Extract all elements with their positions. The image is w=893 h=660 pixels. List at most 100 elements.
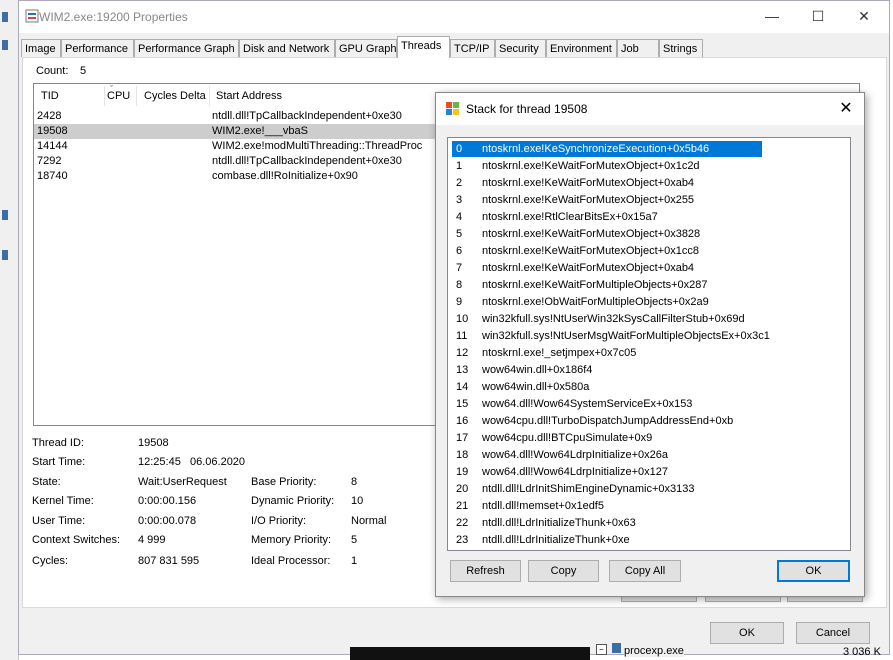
frame-text: ntoskrnl.exe!_setjmpex+0x7c05 bbox=[482, 347, 637, 359]
stack-frame[interactable]: 7 ntoskrnl.exe!KeWaitForMutexObject+0xab4 bbox=[452, 260, 762, 276]
windows-flag-icon bbox=[445, 101, 460, 119]
thread-start-address: ntdll.dll!TpCallbackIndependent+0xe30 bbox=[212, 155, 402, 167]
stack-frame[interactable]: 3 ntoskrnl.exe!KeWaitForMutexObject+0x255 bbox=[452, 192, 762, 208]
frame-text: wow64win.dll+0x580a bbox=[482, 381, 590, 393]
cycles-label: Cycles: bbox=[32, 555, 69, 567]
stack-frame[interactable]: 11 win32kfull.sys!NtUserMsgWaitForMultipl… bbox=[452, 328, 770, 344]
column-header-tid[interactable]: TID bbox=[41, 90, 59, 102]
stack-frame[interactable]: 16 wow64cpu.dll!TurboDispatchJumpAddressE… bbox=[452, 413, 762, 429]
stack-frame[interactable]: 5 ntoskrnl.exe!KeWaitForMutexObject+0x382… bbox=[452, 226, 762, 242]
thread-tid: 2428 bbox=[37, 110, 62, 122]
stack-frame[interactable]: 14 wow64win.dll+0x580a bbox=[452, 379, 762, 395]
memory-priority-label: Memory Priority: bbox=[251, 534, 332, 546]
thread-tid: 14144 bbox=[37, 140, 68, 152]
minimize-button[interactable]: — bbox=[749, 1, 795, 31]
tab-strings[interactable]: Strings bbox=[659, 39, 703, 57]
thread-row[interactable]: 2428 ntdll.dll!TpCallbackIndependent+0xe… bbox=[34, 109, 454, 124]
copy-all-button[interactable]: Copy All bbox=[609, 560, 681, 582]
stack-frame[interactable]: 6 ntoskrnl.exe!KeWaitForMutexObject+0x1cc… bbox=[452, 243, 762, 259]
ok-button[interactable]: OK bbox=[710, 622, 784, 644]
stack-frame[interactable]: 9 ntoskrnl.exe!ObWaitForMultipleObjects+0… bbox=[452, 294, 762, 310]
thread-tid: 7292 bbox=[37, 155, 62, 167]
io-priority-label: I/O Priority: bbox=[251, 515, 307, 527]
thread-row[interactable]: 7292 ntdll.dll!TpCallbackIndependent+0xe… bbox=[34, 154, 454, 169]
frame-index: 22 bbox=[456, 517, 469, 529]
frame-index: 16 bbox=[456, 415, 469, 427]
column-separator[interactable] bbox=[104, 86, 105, 106]
frame-text: win32kfull.sys!NtUserWin32kSysCallFilter… bbox=[482, 313, 745, 325]
ideal-processor-label: Ideal Processor: bbox=[251, 555, 331, 567]
frame-text: ntoskrnl.exe!KeSynchronizeExecution+0x5b… bbox=[482, 143, 710, 155]
background-icon bbox=[2, 12, 8, 22]
stack-frame[interactable]: 21 ntdll.dll!memset+0x1edf5 bbox=[452, 498, 762, 514]
tab-job[interactable]: Job bbox=[617, 39, 659, 57]
frame-text: ntoskrnl.exe!KeWaitForMutexObject+0xab4 bbox=[482, 262, 695, 274]
column-header-cycles-delta[interactable]: Cycles Delta bbox=[144, 90, 206, 102]
thread-tid: 19508 bbox=[37, 125, 68, 137]
stack-frame[interactable]: 19 wow64.dll!Wow64LdrpInitialize+0x127 bbox=[452, 464, 762, 480]
stack-frame[interactable]: 13 wow64win.dll+0x186f4 bbox=[452, 362, 762, 378]
start-time-label: Start Time: bbox=[32, 456, 86, 468]
column-separator[interactable] bbox=[209, 86, 210, 106]
stack-frame[interactable]: 1 ntoskrnl.exe!KeWaitForMutexObject+0x1c2… bbox=[452, 158, 762, 174]
close-button[interactable]: ✕ bbox=[841, 1, 887, 31]
tab-environment[interactable]: Environment bbox=[546, 39, 617, 57]
tab-security[interactable]: Security bbox=[495, 39, 546, 57]
frame-index: 18 bbox=[456, 449, 469, 461]
frame-text: ntoskrnl.exe!RtlClearBitsEx+0x15a7 bbox=[482, 211, 658, 223]
thread-row-selected[interactable]: 19508 WIM2.exe!___vbaS bbox=[34, 124, 454, 139]
frame-text: ntdll.dll!memset+0x1edf5 bbox=[482, 500, 604, 512]
thread-row[interactable]: 18740 combase.dll!RoInitialize+0x90 bbox=[34, 169, 454, 184]
stack-dialog: Stack for thread 19508 ✕ 0 ntoskrnl.exe!K… bbox=[435, 92, 865, 597]
user-time-value: 0:00:00.078 bbox=[138, 515, 197, 527]
refresh-button[interactable]: Refresh bbox=[450, 560, 521, 582]
frame-text: ntdll.dll!LdrInitializeThunk+0x63 bbox=[482, 517, 636, 529]
frame-index: 3 bbox=[456, 194, 463, 206]
frame-text: wow64cpu.dll!BTCpuSimulate+0x9 bbox=[482, 432, 653, 444]
background-icon bbox=[2, 250, 8, 260]
tab-threads[interactable]: Threads bbox=[397, 36, 450, 58]
tab-disk-and-network[interactable]: Disk and Network bbox=[239, 39, 335, 57]
column-separator[interactable] bbox=[136, 86, 137, 106]
frame-text: ntoskrnl.exe!KeWaitForMultipleObjects+0x… bbox=[482, 279, 708, 291]
frame-index: 6 bbox=[456, 245, 463, 257]
stack-frame[interactable]: 22 ntdll.dll!LdrInitializeThunk+0x63 bbox=[452, 515, 762, 531]
stack-frame-selected[interactable]: 0 ntoskrnl.exe!KeSynchronizeExecution+0x5… bbox=[452, 141, 762, 157]
stack-frame[interactable]: 4 ntoskrnl.exe!RtlClearBitsEx+0x15a7 bbox=[452, 209, 762, 225]
dialog-ok-button[interactable]: OK bbox=[777, 560, 850, 582]
stack-frame[interactable]: 8 ntoskrnl.exe!KeWaitForMultipleObjects+0… bbox=[452, 277, 762, 293]
stack-frame[interactable]: 15 wow64.dll!Wow64SystemServiceEx+0x153 bbox=[452, 396, 762, 412]
copy-button[interactable]: Copy bbox=[528, 560, 599, 582]
ideal-processor-value: 1 bbox=[351, 555, 358, 567]
dialog-close-button[interactable]: ✕ bbox=[834, 97, 858, 121]
tab-gpu-graph[interactable]: GPU Graph bbox=[335, 39, 397, 57]
base-priority-value: 8 bbox=[351, 476, 358, 488]
stack-frames-list[interactable]: 0 ntoskrnl.exe!KeSynchronizeExecution+0x5… bbox=[447, 137, 851, 551]
frame-text: wow64cpu.dll!TurboDispatchJumpAddressEnd… bbox=[482, 415, 734, 427]
stack-frame[interactable]: 10 win32kfull.sys!NtUserWin32kSysCallFilt… bbox=[452, 311, 762, 327]
window-title: WIM2.exe:19200 Properties bbox=[39, 10, 188, 24]
stack-frame[interactable]: 17 wow64cpu.dll!BTCpuSimulate+0x9 bbox=[452, 430, 762, 446]
context-switches-value: 4 999 bbox=[138, 534, 166, 546]
background-icon bbox=[2, 210, 8, 220]
tab-tcp-ip[interactable]: TCP/IP bbox=[450, 39, 495, 57]
tab-image[interactable]: Image bbox=[21, 39, 61, 57]
column-header-cpu[interactable]: CPU bbox=[107, 90, 130, 102]
tab-performance-graph[interactable]: Performance Graph bbox=[134, 39, 239, 57]
frame-index: 4 bbox=[456, 211, 463, 223]
collapse-icon[interactable]: − bbox=[596, 644, 607, 655]
stack-frame[interactable]: 2 ntoskrnl.exe!KeWaitForMutexObject+0xab4 bbox=[452, 175, 762, 191]
frame-text: ntoskrnl.exe!KeWaitForMutexObject+0x3828 bbox=[482, 228, 701, 240]
stack-frame[interactable]: 20 ntdll.dll!LdrInitShimEngineDynamic+0x3… bbox=[452, 481, 762, 497]
tab-performance[interactable]: Performance bbox=[61, 39, 134, 57]
maximize-button[interactable]: ☐ bbox=[795, 1, 841, 31]
stack-frame[interactable]: 18 wow64.dll!Wow64LdrpInitialize+0x26a bbox=[452, 447, 762, 463]
cancel-button[interactable]: Cancel bbox=[796, 622, 870, 644]
dialog-title-bar[interactable]: Stack for thread 19508 ✕ bbox=[436, 93, 864, 125]
column-header-start-address[interactable]: Start Address bbox=[216, 90, 282, 102]
thread-start-address: WIM2.exe!modMultiThreading::ThreadProc bbox=[212, 140, 423, 152]
stack-frame[interactable]: 23 ntdll.dll!LdrInitializeThunk+0xe bbox=[452, 532, 762, 548]
stack-frame[interactable]: 12 ntoskrnl.exe!_setjmpex+0x7c05 bbox=[452, 345, 762, 361]
title-bar[interactable]: WIM2.exe:19200 Properties — ☐ ✕ bbox=[19, 1, 889, 33]
thread-row[interactable]: 14144 WIM2.exe!modMultiThreading::Thread… bbox=[34, 139, 454, 154]
